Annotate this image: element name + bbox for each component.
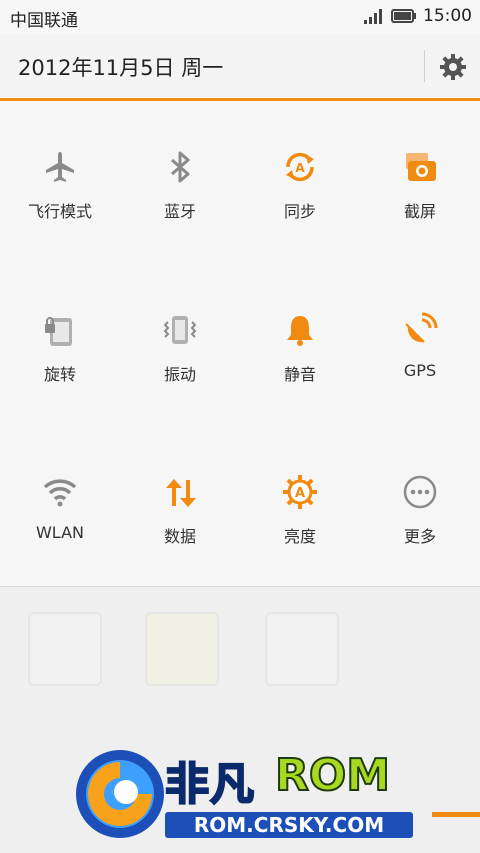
brightness-icon: A bbox=[283, 475, 317, 509]
toggle-label: 亮度 bbox=[283, 527, 316, 546]
toggle-label: GPS bbox=[403, 361, 437, 380]
toggle-label: 截屏 bbox=[403, 202, 436, 221]
gps-icon bbox=[405, 312, 438, 343]
sync-icon: A bbox=[286, 152, 314, 182]
vibrate-icon bbox=[163, 316, 197, 344]
status-bar: 中国联通 15:00 bbox=[0, 0, 480, 34]
screenshot-icon bbox=[406, 153, 436, 181]
svg-text:A: A bbox=[295, 161, 305, 175]
bluetooth-icon bbox=[171, 151, 190, 183]
toggle-gps[interactable]: GPS bbox=[360, 264, 480, 384]
grid-divider bbox=[0, 586, 480, 587]
notification-header: 2012年11月5日 周一 bbox=[0, 34, 480, 101]
toggle-bluetooth[interactable]: 蓝牙 bbox=[120, 101, 240, 221]
bell-icon bbox=[287, 316, 313, 346]
toggle-wlan[interactable]: WLAN bbox=[0, 426, 120, 546]
wifi-icon bbox=[43, 479, 77, 507]
header-divider bbox=[424, 50, 425, 82]
toggle-label: 振动 bbox=[163, 365, 196, 384]
toggle-label: 飞行模式 bbox=[27, 202, 92, 221]
toggle-screenshot[interactable]: 截屏 bbox=[360, 101, 480, 221]
gear-icon bbox=[440, 54, 466, 80]
toggle-data[interactable]: 数据 bbox=[120, 426, 240, 546]
toggle-label: 蓝牙 bbox=[163, 202, 196, 221]
toggle-label: 更多 bbox=[403, 527, 436, 546]
airplane-icon bbox=[46, 152, 74, 182]
data-icon bbox=[166, 479, 196, 507]
date-label: 2012年11月5日 周一 bbox=[18, 56, 224, 80]
toggle-more[interactable]: 更多 bbox=[360, 426, 480, 546]
battery-icon bbox=[391, 9, 416, 23]
rotation-icon bbox=[45, 317, 72, 346]
watermark-url: ROM.CRSKY.COM bbox=[165, 812, 413, 838]
toggle-label: 数据 bbox=[163, 527, 196, 546]
toggle-silent[interactable]: 静音 bbox=[240, 264, 360, 384]
toggle-label: 旋转 bbox=[43, 365, 76, 384]
toggle-brightness[interactable]: A 亮度 bbox=[240, 426, 360, 546]
settings-button[interactable] bbox=[436, 50, 470, 84]
svg-text:A: A bbox=[295, 486, 305, 501]
watermark-accent-bar bbox=[432, 812, 480, 817]
more-icon bbox=[403, 475, 437, 509]
watermark-logo: 非凡 ROM ROM.CRSKY.COM bbox=[70, 742, 480, 842]
signal-icon bbox=[364, 9, 382, 24]
quick-toggles-grid: 飞行模式 蓝牙 A 同步 截屏 旋转 振动 静音 GPS WLAN 数据 A 亮… bbox=[0, 101, 480, 587]
toggle-label: WLAN bbox=[35, 523, 84, 542]
background-app-icon bbox=[28, 612, 102, 686]
background-app-icon bbox=[145, 612, 219, 686]
toggle-rotation[interactable]: 旋转 bbox=[0, 264, 120, 384]
toggle-label: 静音 bbox=[283, 365, 316, 384]
toggle-label: 同步 bbox=[283, 202, 316, 221]
watermark-rom: ROM bbox=[274, 749, 391, 802]
logo-swirl-icon bbox=[76, 750, 164, 838]
watermark-brand: 非凡 bbox=[164, 758, 255, 811]
clock: 15:00 bbox=[423, 6, 472, 26]
toggle-vibrate[interactable]: 振动 bbox=[120, 264, 240, 384]
toggle-sync[interactable]: A 同步 bbox=[240, 101, 360, 221]
carrier-name: 中国联通 bbox=[10, 11, 78, 31]
background-app-icon bbox=[265, 612, 339, 686]
toggle-airplane-mode[interactable]: 飞行模式 bbox=[0, 101, 120, 221]
